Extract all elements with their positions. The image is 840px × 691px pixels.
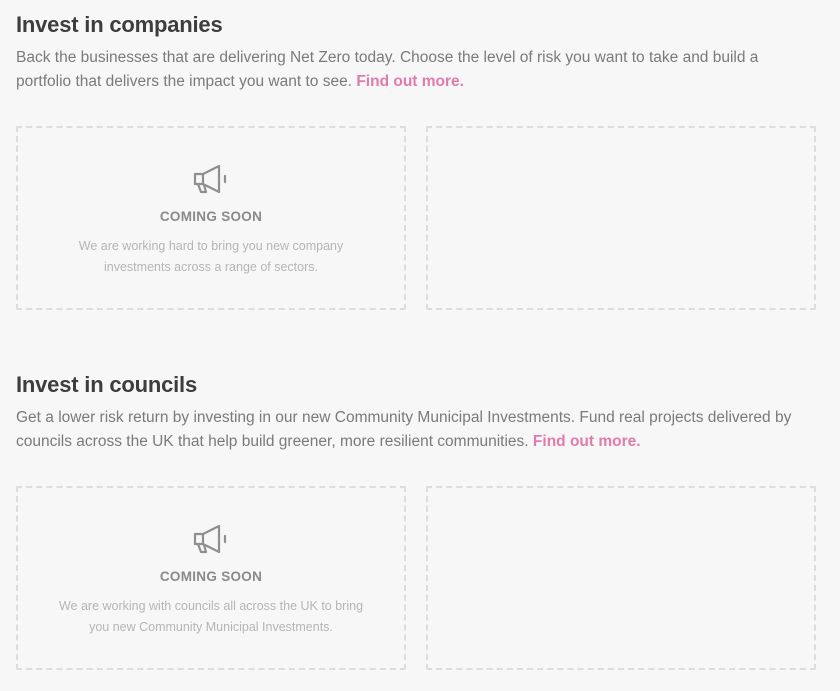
megaphone-icon (193, 164, 227, 194)
councils-coming-soon-card: COMING SOON We are working with councils… (16, 486, 406, 670)
councils-description-text: Get a lower risk return by investing in … (16, 409, 792, 450)
companies-section: Invest in companies Back the businesses … (16, 0, 816, 310)
coming-soon-text: We are working with councils all across … (58, 599, 364, 634)
companies-find-out-more-link[interactable]: Find out more. (356, 73, 464, 90)
councils-cards: COMING SOON We are working with councils… (16, 486, 816, 670)
megaphone-icon (193, 524, 227, 554)
coming-soon-label: COMING SOON (159, 209, 263, 224)
card-content: COMING SOON We are working hard to bring… (18, 161, 404, 278)
card-content: COMING SOON We are working with councils… (18, 521, 404, 638)
companies-empty-card (426, 126, 816, 310)
councils-find-out-more-link[interactable]: Find out more. (533, 433, 641, 450)
companies-title: Invest in companies (16, 12, 223, 37)
councils-section: Invest in councils Get a lower risk retu… (16, 360, 816, 670)
companies-cards: COMING SOON We are working hard to bring… (16, 126, 816, 310)
councils-title: Invest in councils (16, 372, 198, 397)
companies-coming-soon-card: COMING SOON We are working hard to bring… (16, 126, 406, 310)
coming-soon-label: COMING SOON (159, 569, 263, 584)
councils-empty-card (426, 486, 816, 670)
councils-description: Get a lower risk return by investing in … (16, 406, 806, 454)
coming-soon-text: We are working hard to bring you new com… (78, 239, 344, 274)
companies-description: Back the businesses that are delivering … (16, 46, 806, 94)
